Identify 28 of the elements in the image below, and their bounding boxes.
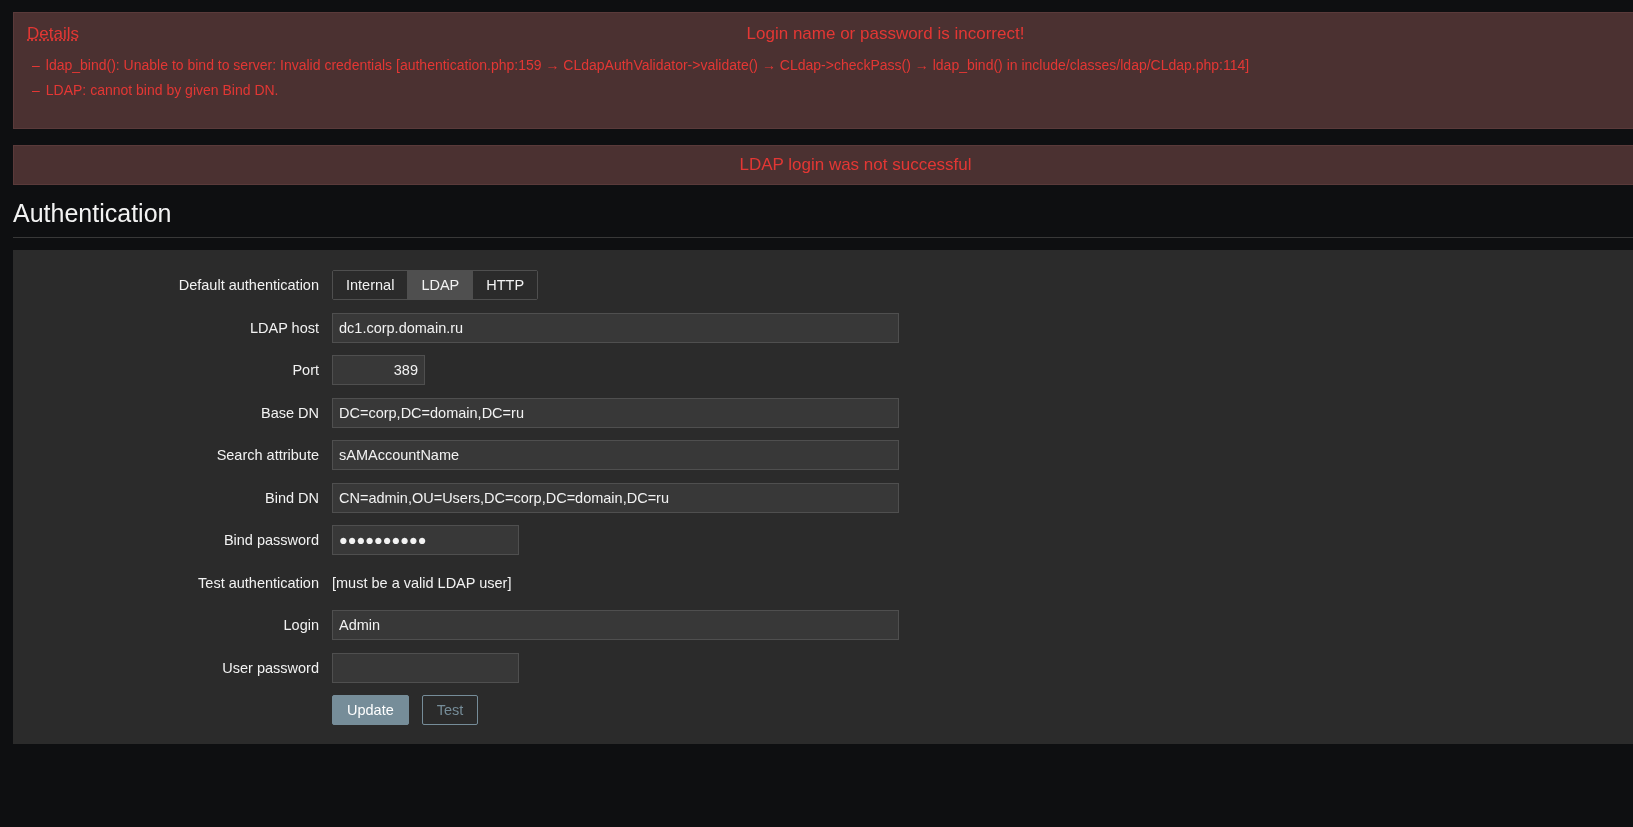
banner-text: LDAP login was not successful (739, 155, 972, 175)
field-label: Default authentication (177, 277, 319, 293)
list-dash: – (32, 57, 40, 73)
field-label: Bind password (222, 532, 319, 548)
field-label: Login (282, 617, 319, 633)
hint-text: [must be a valid LDAP user] (332, 574, 513, 591)
error-message: LDAP: cannot bind by given Bind DN. (45, 82, 279, 98)
page-title: Authentication (13, 199, 1633, 238)
password-field[interactable]: ●●●●●●●●●● (332, 525, 519, 555)
field-label: Port (291, 362, 319, 378)
field-label: User password (221, 659, 319, 676)
field-label: Base DN (259, 404, 319, 421)
list-dash: – (32, 82, 40, 98)
text-field[interactable]: CN=admin,OU=Users,DC=corp,DC=domain,DC=ru (332, 482, 899, 513)
auth-option-tab[interactable]: LDAP (408, 271, 474, 299)
password-field[interactable] (332, 652, 519, 683)
field-label: LDAP host (248, 319, 319, 336)
text-field[interactable]: DC=corp,DC=domain,DC=ru (332, 397, 899, 428)
port-field[interactable]: 389 (332, 355, 425, 385)
error-title: Login name or password is incorrect! (746, 24, 1025, 44)
auth-option-tab[interactable]: Internal (333, 271, 409, 299)
text-field[interactable]: sAMAccountName (332, 440, 899, 470)
text-field[interactable]: Admin (332, 610, 899, 640)
field-label: Test authentication (197, 574, 319, 591)
text-field[interactable]: dc1.corp.domain.ru (332, 312, 899, 343)
error-message: ldap_bind(): Unable to bind to server: Invalid credentials [authentication.php:159 → CLdapAuthValidator->validate() → CLdap->checkPass() → ldap_bind() in include/classes/ldap/CLdap.php:114] (45, 57, 1250, 73)
field-label: Bind DN (264, 489, 319, 506)
field-label: Search attribute (215, 447, 319, 463)
